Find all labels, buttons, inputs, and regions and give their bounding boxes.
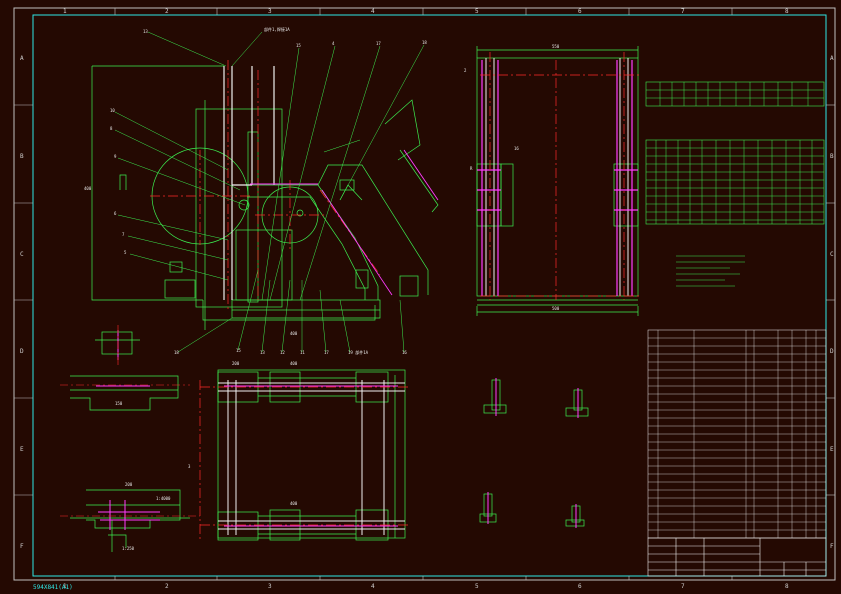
svg-text:1:250: 1:250 (122, 546, 135, 551)
col-label: 7 (681, 583, 685, 590)
row-label: F (830, 543, 834, 550)
row-label: A (830, 55, 834, 62)
col-label: 6 (578, 8, 582, 15)
row-label: B (20, 153, 24, 160)
col-label: 5 (475, 8, 479, 15)
row-label: C (20, 251, 24, 258)
tech-notes (676, 255, 745, 287)
callout: 6 (114, 211, 117, 216)
svg-text:150: 150 (115, 401, 123, 406)
callout: 17 (376, 41, 381, 46)
col-label: 4 (371, 583, 375, 590)
data-table-2 (645, 139, 825, 225)
col-label: 2 (165, 583, 169, 590)
callout: 4 (332, 41, 335, 46)
svg-text:400: 400 (290, 361, 298, 366)
dim-label: 400 (84, 186, 92, 191)
col-label: 8 (785, 8, 789, 15)
col-label: 2 (165, 8, 169, 15)
row-label: E (20, 446, 24, 453)
sheet-frame (13, 7, 836, 581)
callout: 9 (114, 154, 117, 159)
callout: 18 (174, 350, 179, 355)
row-label: B (830, 153, 834, 160)
callout: 8 (110, 126, 113, 131)
svg-text:500: 500 (552, 306, 560, 311)
row-label: A (20, 55, 24, 62)
callout: 7 (122, 232, 125, 237)
callout: 19 部件1A (348, 349, 369, 355)
svg-text:200: 200 (125, 482, 133, 487)
table-1-columns (659, 82, 809, 106)
col-label: 7 (681, 8, 685, 15)
table-2-grid (646, 140, 824, 224)
callout: 15 (296, 43, 301, 48)
left-detail-views: 150 200 1:4000 1:250 (60, 325, 200, 552)
col-label: 6 (578, 583, 582, 590)
callout: 15 (236, 348, 241, 353)
weld-details (479, 378, 589, 528)
col-label: 1 (63, 8, 67, 15)
callout: 13 (260, 350, 265, 355)
row-label: C (830, 251, 834, 258)
svg-text:550: 550 (552, 44, 560, 49)
callout: 16 (402, 350, 407, 355)
row-label: E (830, 446, 834, 453)
svg-text:3: 3 (188, 464, 191, 469)
callout: 5 (124, 250, 127, 255)
dim-label: 400 (290, 331, 298, 336)
svg-text:200: 200 (232, 361, 240, 366)
file-label: 594X841(A1) (33, 584, 73, 591)
svg-text:16: 16 (514, 146, 519, 151)
col-label: 8 (785, 583, 789, 590)
callout: 18 (422, 40, 427, 45)
callout: 17 (324, 350, 329, 355)
callout: 12 (280, 350, 285, 355)
data-table-1 (645, 81, 825, 107)
side-view: 550 500 2 16 R (464, 44, 640, 316)
main-front-view: 13 部件1,焊接1A 15 4 17 18 10 8 9 6 7 5 18 1… (84, 26, 439, 355)
row-label: F (20, 543, 24, 550)
callout: 11 (300, 350, 305, 355)
callout: 13 (143, 29, 148, 34)
svg-text:2: 2 (464, 68, 467, 73)
parts-list-grid (648, 330, 826, 538)
svg-text:400: 400 (290, 501, 298, 506)
svg-text:R: R (470, 166, 473, 171)
plan-view: 200 400 400 3 (188, 361, 410, 541)
cad-drawing-canvas: 1 2 3 4 5 6 7 8 1 2 3 4 5 6 7 8 A B C D … (13, 7, 836, 591)
zone-grid (14, 8, 835, 580)
callout: 部件1,焊接1A (264, 26, 290, 32)
row-label: D (830, 348, 834, 355)
col-label: 5 (475, 583, 479, 590)
title-block (647, 537, 827, 577)
col-label: 3 (268, 583, 272, 590)
row-label: D (20, 348, 24, 355)
zone-labels: 1 2 3 4 5 6 7 8 1 2 3 4 5 6 7 8 A B C D … (20, 8, 834, 590)
callout: 10 (110, 108, 115, 113)
svg-text:1:4000: 1:4000 (156, 496, 171, 501)
col-label: 4 (371, 8, 375, 15)
col-label: 3 (268, 8, 272, 15)
